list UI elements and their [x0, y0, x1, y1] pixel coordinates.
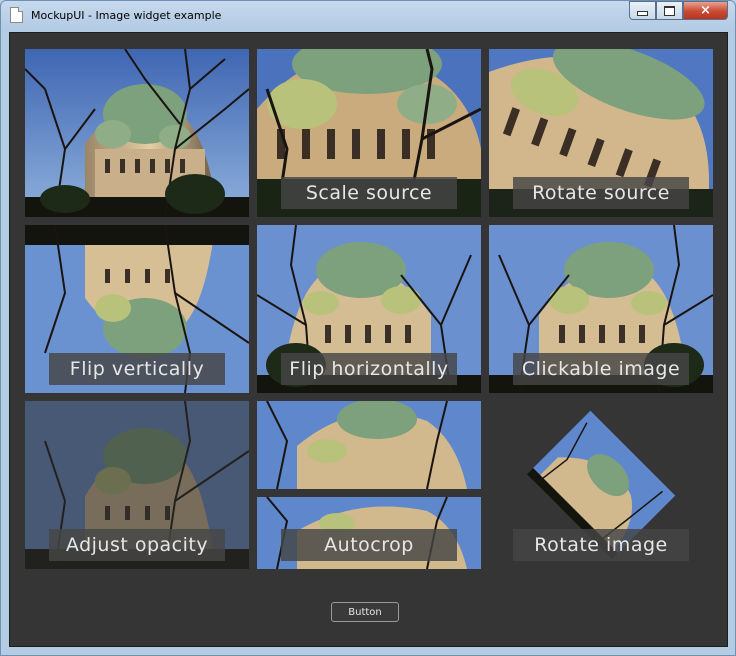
- image-grid-panel: Scale source Rotate source Flip vertical…: [9, 32, 728, 647]
- tile-caption: Autocrop: [281, 529, 457, 561]
- image-rotate-source: Rotate source: [489, 49, 713, 217]
- cathedral-photo: [25, 49, 249, 217]
- window-title: MockupUI - Image widget example: [31, 9, 222, 22]
- tile-caption: Flip horizontally: [281, 353, 457, 385]
- tile-caption: Rotate source: [513, 177, 689, 209]
- image-autocrop: Autocrop: [257, 401, 481, 569]
- image-flip-horizontally: Flip horizontally: [257, 225, 481, 393]
- title-bar[interactable]: MockupUI - Image widget example ×: [1, 1, 735, 31]
- document-icon: [10, 7, 23, 23]
- image-original: [25, 49, 249, 217]
- image-flip-vertically: Flip vertically: [25, 225, 249, 393]
- image-rotate-image: Rotate image: [489, 401, 713, 569]
- close-icon: ×: [700, 3, 711, 18]
- image-scale-source: Scale source: [257, 49, 481, 217]
- minimize-button[interactable]: [629, 1, 656, 20]
- minimize-icon: [637, 11, 648, 16]
- tile-caption: Clickable image: [513, 353, 689, 385]
- image-adjust-opacity: Adjust opacity: [25, 401, 249, 569]
- main-button[interactable]: Button: [331, 602, 399, 622]
- tile-caption: Flip vertically: [49, 353, 225, 385]
- maximize-button[interactable]: [656, 1, 683, 20]
- tile-caption: Scale source: [281, 177, 457, 209]
- clickable-image[interactable]: Clickable image: [489, 225, 713, 393]
- app-window: MockupUI - Image widget example × Scale …: [0, 0, 736, 656]
- tile-caption: Rotate image: [513, 529, 689, 561]
- close-button[interactable]: ×: [683, 1, 728, 20]
- tile-caption: Adjust opacity: [49, 529, 225, 561]
- maximize-icon: [664, 5, 675, 16]
